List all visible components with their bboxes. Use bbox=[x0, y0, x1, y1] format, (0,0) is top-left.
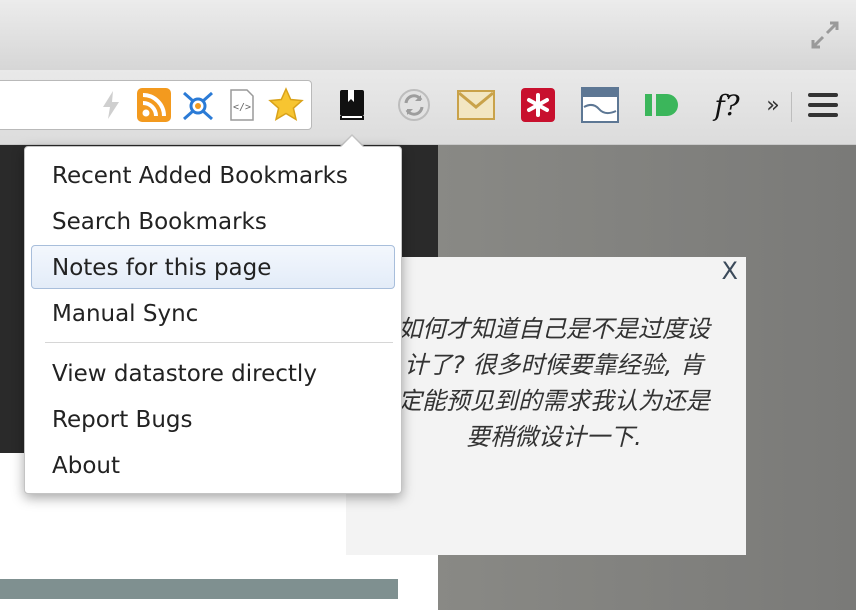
menu-item-report-bugs[interactable]: Report Bugs bbox=[31, 397, 395, 441]
bookmarks-dropdown-menu: Recent Added Bookmarks Search Bookmarks … bbox=[24, 146, 402, 494]
svg-text:</>: </> bbox=[233, 102, 251, 113]
menu-item-view-datastore[interactable]: View datastore directly bbox=[31, 351, 395, 395]
menu-item-search-bookmarks[interactable]: Search Bookmarks bbox=[31, 199, 395, 243]
menu-item-manual-sync[interactable]: Manual Sync bbox=[31, 291, 395, 335]
title-bar bbox=[0, 0, 856, 70]
gmail-icon[interactable] bbox=[457, 86, 495, 124]
note-close-button[interactable]: X bbox=[722, 257, 738, 285]
source-code-icon[interactable]: </> bbox=[223, 86, 261, 124]
overflow-chevron-label: » bbox=[766, 92, 780, 118]
font-question-label: f? bbox=[714, 88, 740, 122]
font-question-icon[interactable]: f? bbox=[705, 86, 749, 124]
menu-pointer-fill bbox=[340, 136, 364, 148]
menu-hamburger-icon[interactable] bbox=[804, 86, 842, 124]
footer-bar bbox=[0, 579, 398, 599]
menu-item-recent-bookmarks[interactable]: Recent Added Bookmarks bbox=[31, 153, 395, 197]
menu-separator bbox=[45, 342, 393, 343]
fullscreen-arrows-icon[interactable] bbox=[810, 20, 840, 50]
sync-icon[interactable] bbox=[395, 86, 433, 124]
bookmark-star-icon[interactable] bbox=[267, 86, 305, 124]
window-icon[interactable] bbox=[581, 86, 619, 124]
network-molecule-icon[interactable] bbox=[179, 86, 217, 124]
pushbullet-icon[interactable] bbox=[643, 86, 681, 124]
note-panel: X 如何才知道自己是不是过度设计了? 很多时候要靠经验, 肯定能预见到的需求我认… bbox=[346, 257, 746, 555]
note-text: 如何才知道自己是不是过度设计了? 很多时候要靠经验, 肯定能预见到的需求我认为还… bbox=[398, 315, 710, 451]
lightning-icon[interactable] bbox=[92, 86, 130, 124]
overflow-chevron[interactable]: » bbox=[758, 86, 788, 124]
menu-item-about[interactable]: About bbox=[31, 443, 395, 487]
browser-toolbar: </> f? » bbox=[0, 70, 856, 145]
toolbar-divider bbox=[791, 92, 792, 122]
rss-feed-icon[interactable] bbox=[135, 86, 173, 124]
bookmark-book-icon[interactable] bbox=[333, 86, 371, 124]
lastpass-icon[interactable] bbox=[519, 86, 557, 124]
menu-item-notes-for-page[interactable]: Notes for this page bbox=[31, 245, 395, 289]
